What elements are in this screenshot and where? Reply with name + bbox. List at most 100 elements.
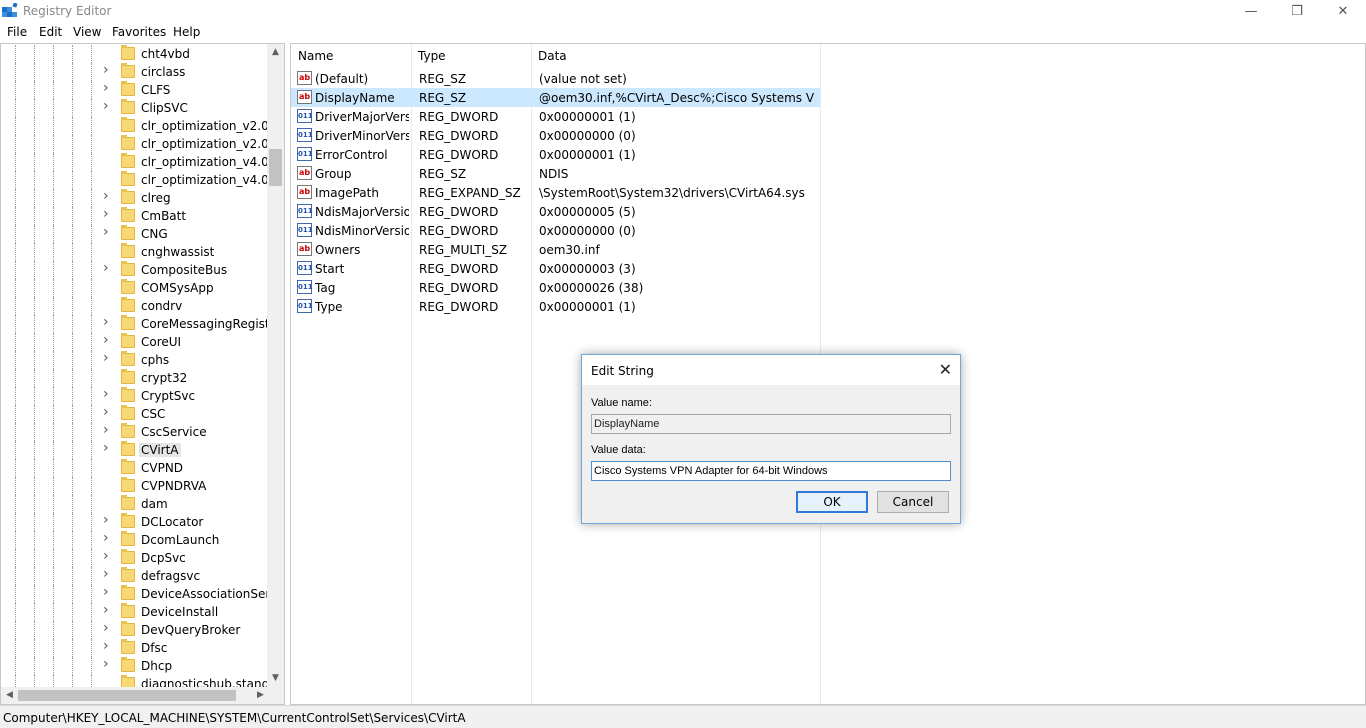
column-header-type[interactable]: Type (411, 44, 531, 69)
tree-item[interactable]: › circlass (1, 62, 269, 81)
tree-guide-line (72, 99, 73, 117)
expand-chevron-icon[interactable]: › (103, 512, 113, 528)
tree-item[interactable]: › cphs (1, 350, 269, 369)
value-row[interactable]: 011 NdisMajorVersion REG_DWORD 0x00000005 (… (291, 202, 820, 221)
expand-chevron-icon[interactable]: › (103, 548, 113, 564)
tree-vertical-scrollbar[interactable]: ▲ ▼ (267, 44, 284, 687)
maximize-button[interactable]: ❐ (1274, 0, 1320, 23)
menu-help[interactable]: Help (173, 25, 200, 39)
tree-item[interactable]: › CompositeBus (1, 260, 269, 279)
tree-item[interactable]: › CNG (1, 224, 269, 243)
menu-file[interactable]: File (7, 25, 27, 39)
expand-chevron-icon[interactable]: › (103, 98, 113, 114)
tree-horizontal-scrollbar[interactable]: ◀ ▶ (1, 687, 269, 704)
value-row[interactable]: ab Owners REG_MULTI_SZ oem30.inf (291, 240, 820, 259)
value-row[interactable]: 011 Tag REG_DWORD 0x00000026 (38) (291, 278, 820, 297)
column-header-name[interactable]: Name (291, 44, 411, 69)
expand-chevron-icon[interactable]: › (103, 188, 113, 204)
value-row[interactable]: 011 Type REG_DWORD 0x00000001 (1) (291, 297, 820, 316)
expand-chevron-icon[interactable]: › (103, 332, 113, 348)
scroll-up-arrow-icon[interactable]: ▲ (267, 44, 284, 61)
tree-item[interactable]: › DevQueryBroker (1, 620, 269, 639)
tree-guide-line (15, 45, 16, 63)
expand-chevron-icon[interactable]: › (103, 584, 113, 600)
tree-item[interactable]: › clreg (1, 188, 269, 207)
value-row[interactable]: ab (Default) REG_SZ (value not set) (291, 69, 820, 88)
expand-chevron-icon[interactable]: › (103, 422, 113, 438)
scroll-down-arrow-icon[interactable]: ▼ (267, 670, 284, 687)
tree-hscroll-thumb[interactable] (18, 690, 236, 701)
column-header-data[interactable]: Data (531, 44, 821, 69)
value-row[interactable]: 011DriverMinorVers... REG_DWORD 0x00000000… (291, 126, 820, 145)
value-row[interactable]: ab Group REG_SZ NDIS (291, 164, 820, 183)
value-row[interactable]: ab DisplayName REG_SZ @oem30.inf,%CVirtA_De… (291, 88, 820, 107)
tree-item[interactable]: crypt32 (1, 369, 269, 387)
tree-item[interactable]: › Dfsc (1, 638, 269, 657)
expand-chevron-icon[interactable]: › (103, 260, 113, 276)
value-row[interactable]: ab ImagePath REG_EXPAND_SZ \SystemRoot\Syst… (291, 183, 820, 202)
tree-item[interactable]: › DCLocator (1, 512, 269, 531)
tree-item[interactable]: › DcpSvc (1, 548, 269, 567)
registry-key-tree[interactable]: cht4vbd › circlass › CLFS › ClipSVC clr_optimiz… (0, 43, 285, 705)
expand-chevron-icon[interactable]: › (103, 530, 113, 546)
expand-chevron-icon[interactable]: › (103, 62, 113, 78)
expand-chevron-icon[interactable]: › (103, 386, 113, 402)
cancel-button[interactable]: Cancel (877, 491, 949, 513)
tree-item[interactable]: › CVirtA (1, 440, 269, 459)
expand-chevron-icon[interactable]: › (103, 440, 113, 456)
close-icon[interactable]: ✕ (939, 360, 952, 379)
expand-chevron-icon[interactable]: › (103, 404, 113, 420)
tree-item[interactable]: dam (1, 495, 269, 513)
expand-chevron-icon[interactable]: › (103, 224, 113, 240)
tree-item[interactable]: › Dhcp (1, 656, 269, 675)
expand-chevron-icon[interactable]: › (103, 350, 113, 366)
expand-chevron-icon[interactable]: › (103, 206, 113, 222)
tree-item[interactable]: › defragsvc (1, 566, 269, 585)
tree-item[interactable]: clr_optimization_v4.0.30 (1, 153, 284, 171)
tree-item[interactable]: › DcomLaunch (1, 530, 269, 549)
tree-item[interactable]: cnghwassist (1, 243, 269, 261)
expand-chevron-icon[interactable]: › (103, 638, 113, 654)
expand-chevron-icon[interactable]: › (103, 620, 113, 636)
tree-item[interactable]: › CoreUI (1, 332, 269, 351)
minimize-button[interactable]: — (1228, 0, 1274, 23)
expand-chevron-icon[interactable]: › (103, 602, 113, 618)
tree-item[interactable]: clr_optimization_v2.0.50 (1, 135, 284, 153)
scroll-left-arrow-icon[interactable]: ◀ (1, 687, 18, 704)
tree-item[interactable]: COMSysApp (1, 279, 269, 297)
expand-chevron-icon[interactable]: › (103, 80, 113, 96)
tree-item[interactable]: clr_optimization_v2.0.50 (1, 117, 284, 135)
close-window-button[interactable]: ✕ (1320, 0, 1366, 23)
expand-chevron-icon[interactable]: › (103, 656, 113, 672)
tree-guide-line (34, 351, 35, 369)
tree-item[interactable]: clr_optimization_v4.0.30 (1, 171, 284, 189)
value-row[interactable]: 011DriverMajorVers... REG_DWORD 0x00000001… (291, 107, 820, 126)
menu-edit[interactable]: Edit (39, 25, 62, 39)
tree-item[interactable]: › CmBatt (1, 206, 269, 225)
tree-guide-line (34, 333, 35, 351)
tree-item[interactable]: › DeviceAssociationService (1, 584, 284, 603)
value-row[interactable]: 011 NdisMinorVersion REG_DWORD 0x00000000 (… (291, 221, 820, 240)
tree-item[interactable]: › ClipSVC (1, 98, 269, 117)
tree-item[interactable]: CVPND (1, 459, 269, 477)
tree-item[interactable]: › CLFS (1, 80, 269, 99)
expand-chevron-icon[interactable]: › (103, 314, 113, 330)
tree-item[interactable]: › CSC (1, 404, 269, 423)
tree-item[interactable]: CVPNDRVA (1, 477, 269, 495)
expand-chevron-icon[interactable]: › (103, 566, 113, 582)
tree-item[interactable]: › CscService (1, 422, 269, 441)
tree-item[interactable]: › DeviceInstall (1, 602, 269, 621)
tree-item[interactable]: › CoreMessagingRegistrar (1, 314, 284, 333)
value-row[interactable]: 011 Start REG_DWORD 0x00000003 (3) (291, 259, 820, 278)
tree-item[interactable]: cht4vbd (1, 45, 269, 63)
ok-button[interactable]: OK (796, 491, 868, 513)
menu-favorites[interactable]: Favorites (112, 25, 166, 39)
tree-guide-line (53, 621, 54, 639)
value-data-input[interactable]: Cisco Systems VPN Adapter for 64-bit Win… (591, 461, 951, 481)
tree-item[interactable]: condrv (1, 297, 269, 315)
tree-scroll-thumb[interactable] (269, 149, 282, 186)
value-row[interactable]: 011 ErrorControl REG_DWORD 0x00000001 (1) (291, 145, 820, 164)
menu-view[interactable]: View (73, 25, 101, 39)
tree-guide-line (34, 603, 35, 621)
tree-item[interactable]: › CryptSvc (1, 386, 269, 405)
